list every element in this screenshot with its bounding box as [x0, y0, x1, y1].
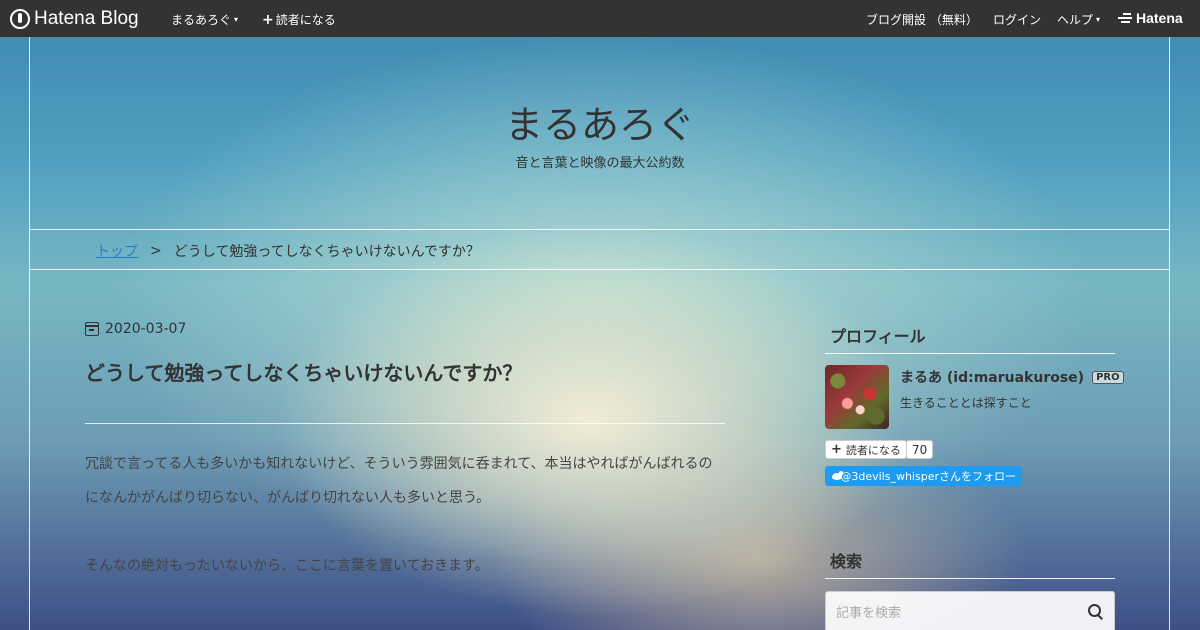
breadcrumb-top-link[interactable]: トップ: [96, 241, 138, 261]
entry-paragraph: 冗談で言ってる人も多いかも知れないけど、そういう雰囲気に呑まれて、本当はやればが…: [85, 456, 713, 506]
help-label: ヘルプ: [1057, 13, 1094, 27]
profile-heading: プロフィール: [825, 323, 1115, 354]
entry-date[interactable]: 2020-03-07: [85, 321, 186, 337]
twitter-follow-label: @3devils_whisperさんをフォロー: [840, 470, 1016, 483]
blog-title[interactable]: まるあろぐ: [0, 94, 1200, 149]
twitter-bird-icon: [831, 471, 845, 481]
subscribe-button-label: 読者になる: [845, 443, 901, 457]
profile-name-link[interactable]: まるあ (id:maruakurose) PRO: [900, 367, 1124, 387]
hatena-blog-logo[interactable]: Hatena Blog: [10, 8, 139, 29]
blog-description: 音と言葉と映像の最大公約数: [515, 156, 685, 171]
subscriber-count: 70: [906, 440, 934, 459]
calendar-icon: [85, 322, 99, 336]
entry-paragraph: そんなの絶対もったいないから、ここに言葉を置いておきます。: [85, 558, 489, 574]
open-blog-link[interactable]: ブログ開設 （無料）: [866, 11, 978, 28]
hatena-logo-icon: [1118, 12, 1133, 24]
chevron-down-icon: ▾: [234, 15, 239, 24]
entry-date-label: 2020-03-07: [105, 321, 187, 337]
pro-badge: PRO: [1092, 370, 1124, 384]
profile-name: まるあ (id:maruakurose): [900, 370, 1085, 386]
subscribe-button[interactable]: + 読者になる: [825, 440, 907, 459]
global-header: Hatena Blog まるあろぐ ▾ + 読者になる ブログ開設 （無料） ロ…: [0, 0, 1200, 37]
search-icon[interactable]: [1088, 604, 1104, 620]
entry-content: 冗談で言ってる人も多いかも知れないけど、そういう雰囲気に呑まれて、本当はやればが…: [85, 447, 725, 617]
plus-icon: +: [831, 442, 842, 457]
subscribe-header-label: 読者になる: [275, 13, 336, 27]
login-label: ログイン: [993, 13, 1042, 27]
twitter-follow-button[interactable]: @3devils_whisperさんをフォロー: [825, 466, 1022, 486]
logo-text: Hatena Blog: [34, 7, 139, 29]
blog-menu-button[interactable]: まるあろぐ ▾: [171, 11, 238, 28]
search-form: [825, 591, 1115, 630]
profile-description: 生きることとは探すこと: [900, 396, 1032, 410]
open-blog-label: ブログ開設 （無料）: [866, 13, 978, 27]
search-heading: 検索: [825, 548, 1115, 579]
hatena-label: Hatena: [1136, 10, 1183, 26]
search-input[interactable]: [836, 602, 1076, 624]
entry-title-divider: [85, 423, 725, 424]
hatena-link[interactable]: Hatena: [1118, 10, 1183, 26]
divider: [29, 229, 1170, 230]
help-menu-button[interactable]: ヘルプ ▾: [1057, 11, 1100, 28]
breadcrumb: トップ > どうして勉強ってしなくちゃいけないんですか？: [96, 241, 480, 261]
avatar[interactable]: [825, 365, 889, 429]
hatena-blog-icon: [10, 8, 30, 29]
breadcrumb-separator: >: [150, 243, 162, 259]
chevron-down-icon: ▾: [1096, 15, 1101, 24]
breadcrumb-current: どうして勉強ってしなくちゃいけないんですか？: [173, 244, 480, 260]
login-link[interactable]: ログイン: [993, 11, 1041, 28]
divider: [29, 269, 1170, 270]
plus-icon: +: [262, 11, 274, 28]
subscribe-header-button[interactable]: + 読者になる: [262, 11, 336, 28]
blog-menu-label: まるあろぐ: [171, 13, 232, 27]
entry-title[interactable]: どうして勉強ってしなくちゃいけないんですか？: [85, 357, 725, 386]
